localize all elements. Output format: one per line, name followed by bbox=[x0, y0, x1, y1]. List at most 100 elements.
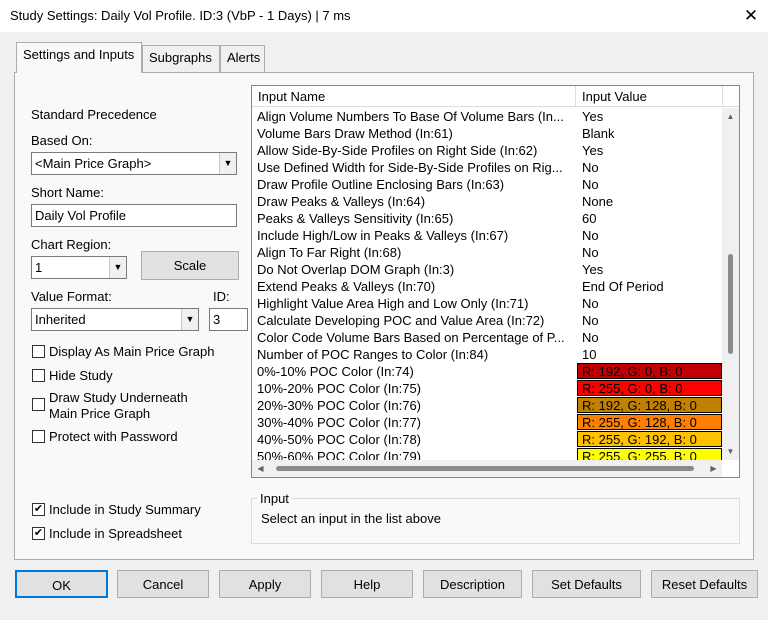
input-value[interactable]: No bbox=[577, 159, 722, 176]
display-main-label: Display As Main Price Graph bbox=[49, 344, 215, 359]
input-value-color-swatch[interactable]: R: 192, G: 128, B: 0 bbox=[577, 397, 722, 413]
short-name-label: Short Name: bbox=[31, 185, 104, 200]
scroll-up-icon[interactable]: ▲ bbox=[722, 108, 739, 125]
reset-defaults-button[interactable]: Reset Defaults bbox=[651, 570, 758, 598]
input-row[interactable]: 30%-40% POC Color (In:77) R: 255, G: 128,… bbox=[252, 414, 722, 431]
short-name-input[interactable]: Daily Vol Profile bbox=[31, 204, 237, 227]
input-name: Color Code Volume Bars Based on Percenta… bbox=[257, 330, 565, 345]
input-row[interactable]: 0%-10% POC Color (In:74) R: 192, G: 0, B:… bbox=[252, 363, 722, 380]
input-name: Allow Side-By-Side Profiles on Right Sid… bbox=[257, 143, 538, 158]
close-icon[interactable]: ✕ bbox=[735, 1, 767, 31]
input-name: Draw Profile Outline Enclosing Bars (In:… bbox=[257, 177, 505, 192]
based-on-value: <Main Price Graph> bbox=[35, 156, 152, 171]
column-header-input-value[interactable]: Input Value bbox=[576, 86, 723, 107]
draw-underneath-label-line2: Main Price Graph bbox=[49, 406, 151, 421]
based-on-select[interactable]: <Main Price Graph> ▼ bbox=[31, 152, 237, 175]
apply-button[interactable]: Apply bbox=[219, 570, 311, 598]
value-format-select[interactable]: Inherited ▼ bbox=[31, 308, 199, 331]
input-row[interactable]: 40%-50% POC Color (In:78) R: 255, G: 192,… bbox=[252, 431, 722, 448]
help-button[interactable]: Help bbox=[321, 570, 413, 598]
hide-study-label: Hide Study bbox=[49, 368, 113, 383]
chevron-down-icon: ▼ bbox=[219, 153, 236, 174]
input-value[interactable]: No bbox=[577, 295, 722, 312]
include-spreadsheet-checkbox[interactable]: ✔ bbox=[32, 527, 45, 540]
input-value[interactable]: Yes bbox=[577, 142, 722, 159]
input-value[interactable]: Blank bbox=[577, 125, 722, 142]
include-summary-checkbox[interactable]: ✔ bbox=[32, 503, 45, 516]
window-title: Study Settings: Daily Vol Profile. ID:3 … bbox=[10, 8, 351, 23]
input-row[interactable]: Volume Bars Draw Method (In:61) Blank bbox=[252, 125, 722, 142]
include-spreadsheet-label: Include in Spreadsheet bbox=[49, 526, 182, 541]
chart-region-label: Chart Region: bbox=[31, 237, 112, 252]
input-row[interactable]: Draw Peaks & Valleys (In:64) None bbox=[252, 193, 722, 210]
scroll-right-icon[interactable]: ▶ bbox=[705, 460, 722, 477]
id-input[interactable]: 3 bbox=[209, 308, 248, 331]
input-name: Include High/Low in Peaks & Valleys (In:… bbox=[257, 228, 509, 243]
input-name: 10%-20% POC Color (In:75) bbox=[257, 381, 422, 396]
input-row[interactable]: Draw Profile Outline Enclosing Bars (In:… bbox=[252, 176, 722, 193]
inputs-list[interactable]: Input Name Input Value Align Volume Numb… bbox=[251, 85, 740, 478]
description-button[interactable]: Description bbox=[423, 570, 522, 598]
cancel-button[interactable]: Cancel bbox=[117, 570, 209, 598]
tab-subgraphs[interactable]: Subgraphs bbox=[142, 45, 220, 72]
input-name: Draw Peaks & Valleys (In:64) bbox=[257, 194, 426, 209]
scroll-down-icon[interactable]: ▼ bbox=[722, 443, 739, 460]
tab-settings-and-inputs[interactable]: Settings and Inputs bbox=[16, 42, 142, 73]
chart-region-select[interactable]: 1 ▼ bbox=[31, 256, 127, 279]
input-value[interactable]: No bbox=[577, 176, 722, 193]
vertical-scroll-thumb[interactable] bbox=[728, 254, 733, 354]
tab-alerts[interactable]: Alerts bbox=[220, 45, 265, 72]
input-row[interactable]: Peaks & Valleys Sensitivity (In:65) 60 bbox=[252, 210, 722, 227]
input-name: Highlight Value Area High and Low Only (… bbox=[257, 296, 529, 311]
protect-password-checkbox[interactable] bbox=[32, 430, 45, 443]
scale-button[interactable]: Scale bbox=[141, 251, 239, 280]
input-value-color-swatch[interactable]: R: 255, G: 0, B: 0 bbox=[577, 380, 722, 396]
input-value[interactable]: 10 bbox=[577, 346, 722, 363]
scroll-left-icon[interactable]: ◀ bbox=[252, 460, 269, 477]
draw-underneath-label-line1: Draw Study Underneath bbox=[49, 390, 188, 405]
input-name: 40%-50% POC Color (In:78) bbox=[257, 432, 422, 447]
horizontal-scrollbar[interactable]: ◀ ▶ bbox=[252, 460, 722, 477]
input-value[interactable]: End Of Period bbox=[577, 278, 722, 295]
input-value[interactable]: 60 bbox=[577, 210, 722, 227]
input-row[interactable]: Calculate Developing POC and Value Area … bbox=[252, 312, 722, 329]
input-row[interactable]: Allow Side-By-Side Profiles on Right Sid… bbox=[252, 142, 722, 159]
input-name: Peaks & Valleys Sensitivity (In:65) bbox=[257, 211, 454, 226]
input-row[interactable]: Extend Peaks & Valleys (In:70) End Of Per… bbox=[252, 278, 722, 295]
set-defaults-button[interactable]: Set Defaults bbox=[532, 570, 641, 598]
input-name: 20%-30% POC Color (In:76) bbox=[257, 398, 422, 413]
input-value-color-swatch[interactable]: R: 255, G: 128, B: 0 bbox=[577, 414, 722, 430]
input-value[interactable]: No bbox=[577, 227, 722, 244]
input-value[interactable]: No bbox=[577, 244, 722, 261]
input-row[interactable]: Use Defined Width for Side-By-Side Profi… bbox=[252, 159, 722, 176]
chevron-down-icon: ▼ bbox=[109, 257, 126, 278]
vertical-scrollbar[interactable]: ▲ ▼ bbox=[722, 108, 739, 460]
hide-study-checkbox[interactable] bbox=[32, 369, 45, 382]
input-value-color-swatch[interactable]: R: 192, G: 0, B: 0 bbox=[577, 363, 722, 379]
input-value-color-swatch[interactable]: R: 255, G: 192, B: 0 bbox=[577, 431, 722, 447]
input-value[interactable]: No bbox=[577, 329, 722, 346]
input-row[interactable]: Highlight Value Area High and Low Only (… bbox=[252, 295, 722, 312]
input-group-title: Input bbox=[257, 491, 292, 506]
input-row[interactable]: Number of POC Ranges to Color (In:84) 10 bbox=[252, 346, 722, 363]
input-value[interactable]: No bbox=[577, 312, 722, 329]
horizontal-scroll-thumb[interactable] bbox=[276, 466, 694, 471]
display-main-checkbox[interactable] bbox=[32, 345, 45, 358]
input-row[interactable]: Align To Far Right (In:68) No bbox=[252, 244, 722, 261]
input-row[interactable]: 20%-30% POC Color (In:76) R: 192, G: 128,… bbox=[252, 397, 722, 414]
include-summary-label: Include in Study Summary bbox=[49, 502, 201, 517]
input-row[interactable]: 10%-20% POC Color (In:75) R: 255, G: 0, B… bbox=[252, 380, 722, 397]
input-name: Do Not Overlap DOM Graph (In:3) bbox=[257, 262, 455, 277]
ok-button[interactable]: OK bbox=[15, 570, 108, 598]
input-row[interactable]: Include High/Low in Peaks & Valleys (In:… bbox=[252, 227, 722, 244]
column-header-input-name[interactable]: Input Name bbox=[252, 86, 576, 107]
based-on-label: Based On: bbox=[31, 133, 93, 148]
input-value[interactable]: Yes bbox=[577, 261, 722, 278]
input-row[interactable]: Do Not Overlap DOM Graph (In:3) Yes bbox=[252, 261, 722, 278]
input-value[interactable]: None bbox=[577, 193, 722, 210]
input-value[interactable]: Yes bbox=[577, 108, 722, 125]
input-row[interactable]: Color Code Volume Bars Based on Percenta… bbox=[252, 329, 722, 346]
draw-underneath-checkbox[interactable] bbox=[32, 398, 45, 411]
input-row[interactable]: Align Volume Numbers To Base Of Volume B… bbox=[252, 108, 722, 125]
input-name: Align To Far Right (In:68) bbox=[257, 245, 402, 260]
